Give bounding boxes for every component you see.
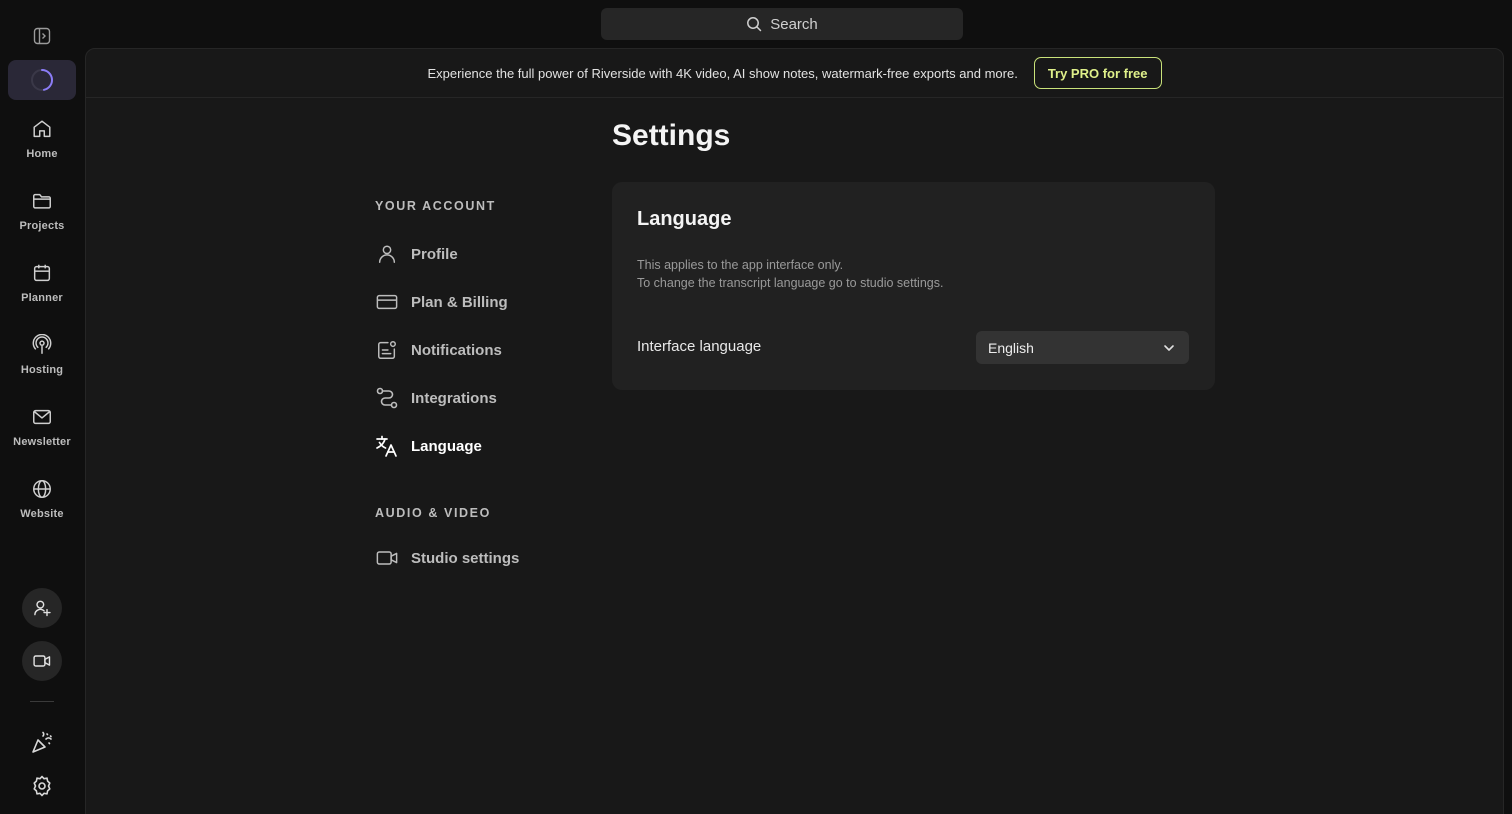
section-heading-account: YOUR ACCOUNT <box>375 199 496 213</box>
banner-text: Experience the full power of Riverside w… <box>427 65 1018 81</box>
globe-icon <box>33 480 51 498</box>
settings-item-language[interactable]: Language <box>375 422 595 470</box>
settings-button[interactable] <box>29 773 55 799</box>
record-button[interactable] <box>22 641 62 681</box>
rail-item-projects[interactable]: Projects <box>0 186 84 246</box>
rail-item-label: Hosting <box>20 364 64 376</box>
selected-language: English <box>988 339 1034 356</box>
description-line: To change the transcript language go to … <box>637 276 944 290</box>
settings-item-integrations[interactable]: Integrations <box>375 374 595 422</box>
try-pro-button[interactable]: Try PRO for free <box>1033 57 1162 89</box>
rail-divider <box>30 701 54 702</box>
language-card: Language This applies to the app interfa… <box>612 182 1215 390</box>
rail-item-label: Home <box>26 148 58 160</box>
sidebar-toggle-icon[interactable] <box>30 25 54 47</box>
settings-item-label: Profile <box>411 245 458 263</box>
settings-item-label: Studio settings <box>411 549 520 567</box>
video-camera-icon <box>33 655 51 667</box>
rail-item-home[interactable]: Home <box>0 114 84 174</box>
interface-language-select[interactable]: English <box>976 331 1189 364</box>
rail-item-website[interactable]: Website <box>0 474 84 534</box>
integrations-icon <box>375 386 399 410</box>
interface-language-label: Interface language <box>637 338 762 355</box>
calendar-icon <box>33 264 51 282</box>
description-line: This applies to the app interface only. <box>637 258 844 272</box>
rail-item-hosting[interactable]: Hosting <box>0 330 84 390</box>
settings-item-label: Notifications <box>411 341 502 359</box>
rail-item-label: Newsletter <box>13 436 71 448</box>
party-popper-icon <box>32 731 52 753</box>
app-window: Home Projects Planner Hosting Newsletter… <box>0 0 1512 814</box>
notification-icon <box>375 338 399 362</box>
card-description: This applies to the app interface only. … <box>637 256 943 292</box>
search-placeholder: Search <box>770 15 818 33</box>
add-user-icon <box>34 600 51 617</box>
rail-item-planner[interactable]: Planner <box>0 258 84 318</box>
mail-icon <box>33 409 51 425</box>
folder-icon <box>33 193 51 209</box>
invite-user-button[interactable] <box>22 588 62 628</box>
gear-icon <box>33 775 51 797</box>
user-icon <box>375 242 399 266</box>
settings-item-notifications[interactable]: Notifications <box>375 326 595 374</box>
search-bar[interactable]: Search <box>601 8 963 40</box>
left-rail: Home Projects Planner Hosting Newsletter… <box>0 0 84 814</box>
home-icon <box>33 120 51 138</box>
settings-item-label: Plan & Billing <box>411 293 508 311</box>
rail-item-label: Website <box>20 508 64 520</box>
settings-nav: YOUR ACCOUNT Profile Plan & Billing Noti… <box>375 199 595 582</box>
active-workspace-button[interactable] <box>8 60 76 100</box>
podcast-icon <box>32 334 52 354</box>
credit-card-icon <box>375 290 399 314</box>
translate-icon <box>375 434 399 458</box>
settings-item-profile[interactable]: Profile <box>375 230 595 278</box>
rail-item-newsletter[interactable]: Newsletter <box>0 402 84 462</box>
upgrade-banner: Experience the full power of Riverside w… <box>86 49 1503 98</box>
section-heading-audio-video: AUDIO & VIDEO <box>375 506 491 520</box>
settings-item-label: Integrations <box>411 389 497 407</box>
search-icon <box>747 17 762 32</box>
whats-new-button[interactable] <box>29 730 55 756</box>
settings-item-label: Language <box>411 437 482 455</box>
chevron-down-icon <box>1164 344 1174 351</box>
rail-item-label: Projects <box>19 220 65 232</box>
card-title: Language <box>637 208 732 230</box>
rail-item-label: Planner <box>21 292 63 304</box>
settings-item-plan-billing[interactable]: Plan & Billing <box>375 278 595 326</box>
loading-spinner-icon <box>31 69 53 91</box>
main-panel: Experience the full power of Riverside w… <box>85 48 1504 814</box>
settings-item-studio-settings[interactable]: Studio settings <box>375 534 595 582</box>
page-title: Settings <box>612 119 731 152</box>
video-camera-icon <box>375 546 399 570</box>
